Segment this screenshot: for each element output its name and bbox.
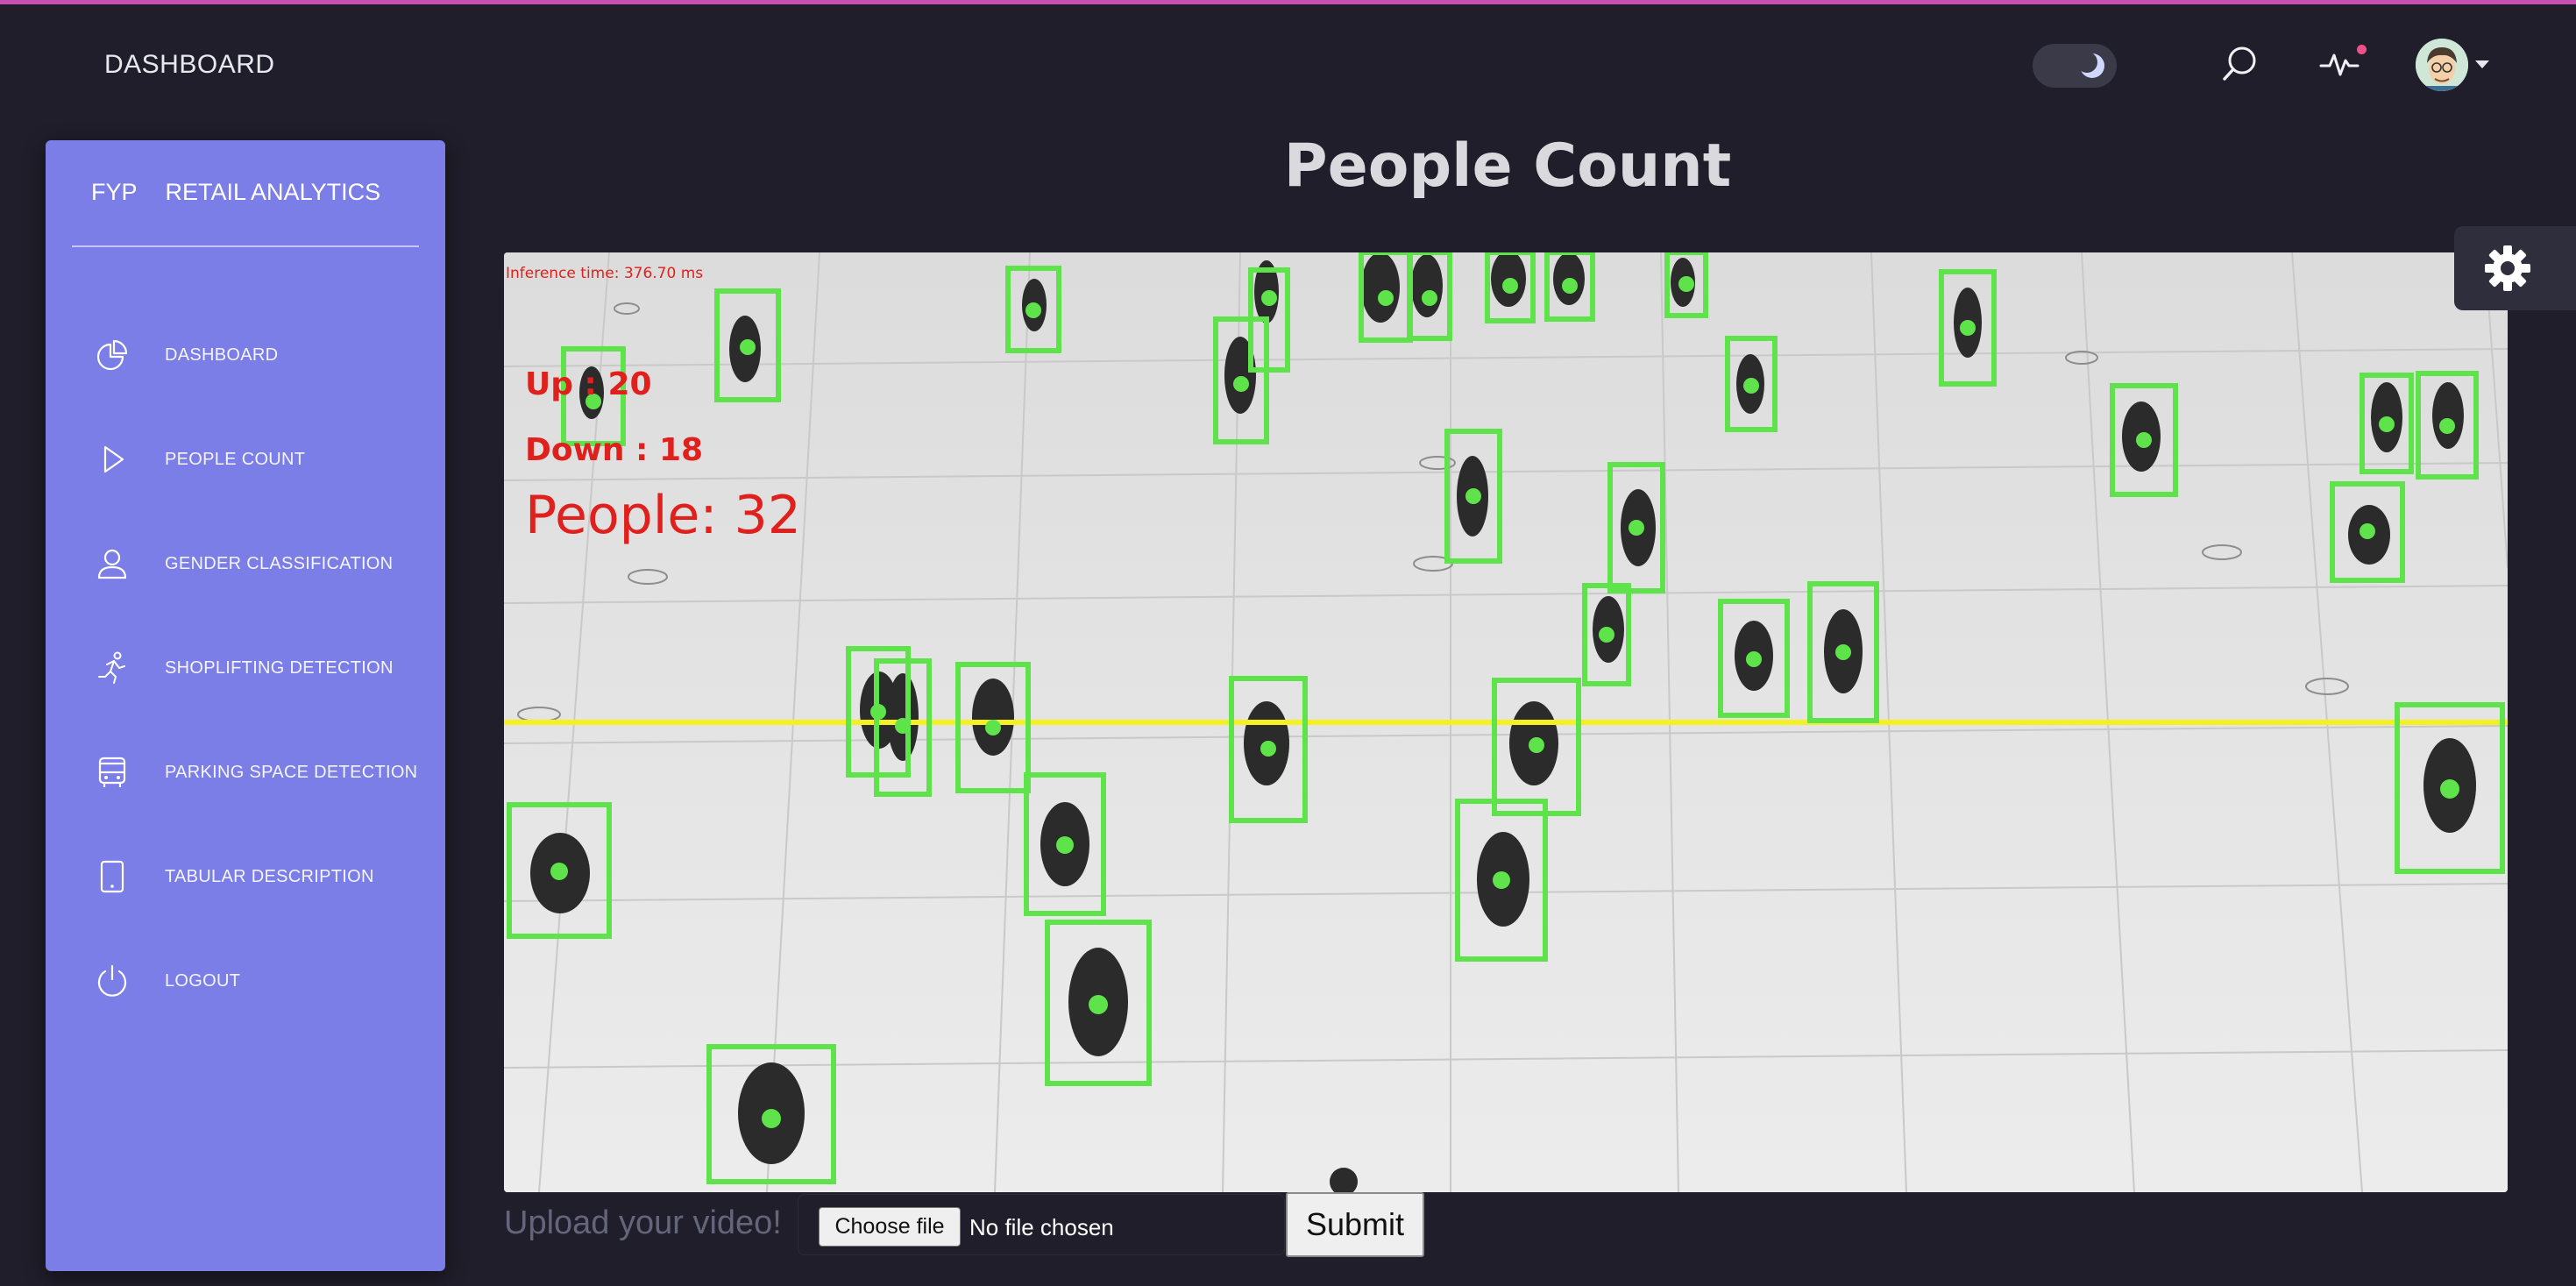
notification-dot (2357, 45, 2367, 54)
pie-chart-icon (96, 339, 128, 371)
avatar-icon (2416, 39, 2468, 91)
page-title: People Count (1283, 131, 1732, 201)
power-icon (97, 964, 127, 997)
file-status-text: No file chosen (969, 1214, 1114, 1240)
search-icon (2223, 46, 2256, 81)
sidebar-item-dashboard[interactable]: DASHBOARD (46, 324, 445, 386)
people-count-label: People: 32 (525, 485, 801, 546)
activity-icon (2319, 53, 2360, 76)
chevron-down-icon[interactable] (2475, 60, 2489, 68)
settings-button[interactable] (2454, 226, 2576, 310)
bus-icon (98, 757, 126, 787)
sidebar-item-label: TABULAR DESCRIPTION (165, 867, 374, 886)
choose-file-button[interactable]: Choose file (819, 1207, 961, 1247)
brand-name: RETAIL ANALYTICS (165, 179, 381, 205)
sidebar-item-label: SHOPLIFTING DETECTION (165, 658, 394, 678)
moon-icon (2078, 52, 2104, 78)
play-icon (103, 445, 124, 473)
user-icon (97, 549, 127, 579)
sidebar-item-label: DASHBOARD (165, 345, 279, 365)
sidebar-item-label: PEOPLE COUNT (165, 450, 306, 469)
up-count-label: Up : 20 (525, 366, 652, 402)
gear-icon (2485, 245, 2530, 291)
running-person-icon (98, 651, 125, 684)
sidebar-item-gender-classification[interactable]: GENDER CLASSIFICATION (46, 533, 445, 594)
video-scene (504, 252, 2508, 1192)
submit-button[interactable]: Submit (1286, 1192, 1424, 1257)
sidebar-brand[interactable]: FYP RETAIL ANALYTICS (91, 179, 380, 206)
search-button[interactable] (2221, 45, 2260, 83)
sidebar-item-people-count[interactable]: PEOPLE COUNT (46, 429, 445, 490)
header-title: DASHBOARD (104, 50, 275, 79)
sidebar-item-logout[interactable]: LOGOUT (46, 950, 445, 1012)
sidebar-item-label: GENDER CLASSIFICATION (165, 554, 394, 573)
sidebar-item-label: PARKING SPACE DETECTION (165, 763, 418, 782)
video-frame: Inference time: 376.70 ms Up : 20 Down :… (504, 252, 2508, 1192)
sidebar-item-shoplifting-detection[interactable]: SHOPLIFTING DETECTION (46, 637, 445, 699)
sidebar: FYP RETAIL ANALYTICS DASHBOARD PEOPLE COU… (46, 140, 445, 1271)
tablet-icon (100, 860, 124, 893)
upload-label: Upload your video! (504, 1204, 782, 1241)
divider (72, 245, 419, 247)
sidebar-item-parking-space-detection[interactable]: PARKING SPACE DETECTION (46, 742, 445, 803)
activity-button[interactable] (2319, 45, 2360, 83)
theme-toggle[interactable] (2033, 44, 2117, 88)
avatar[interactable] (2416, 39, 2468, 91)
inference-time-label: Inference time: 376.70 ms (506, 265, 704, 282)
sidebar-item-tabular-description[interactable]: TABULAR DESCRIPTION (46, 846, 445, 907)
down-count-label: Down : 18 (525, 432, 704, 468)
sidebar-item-label: LOGOUT (165, 971, 241, 991)
brand-short: FYP (91, 179, 138, 205)
